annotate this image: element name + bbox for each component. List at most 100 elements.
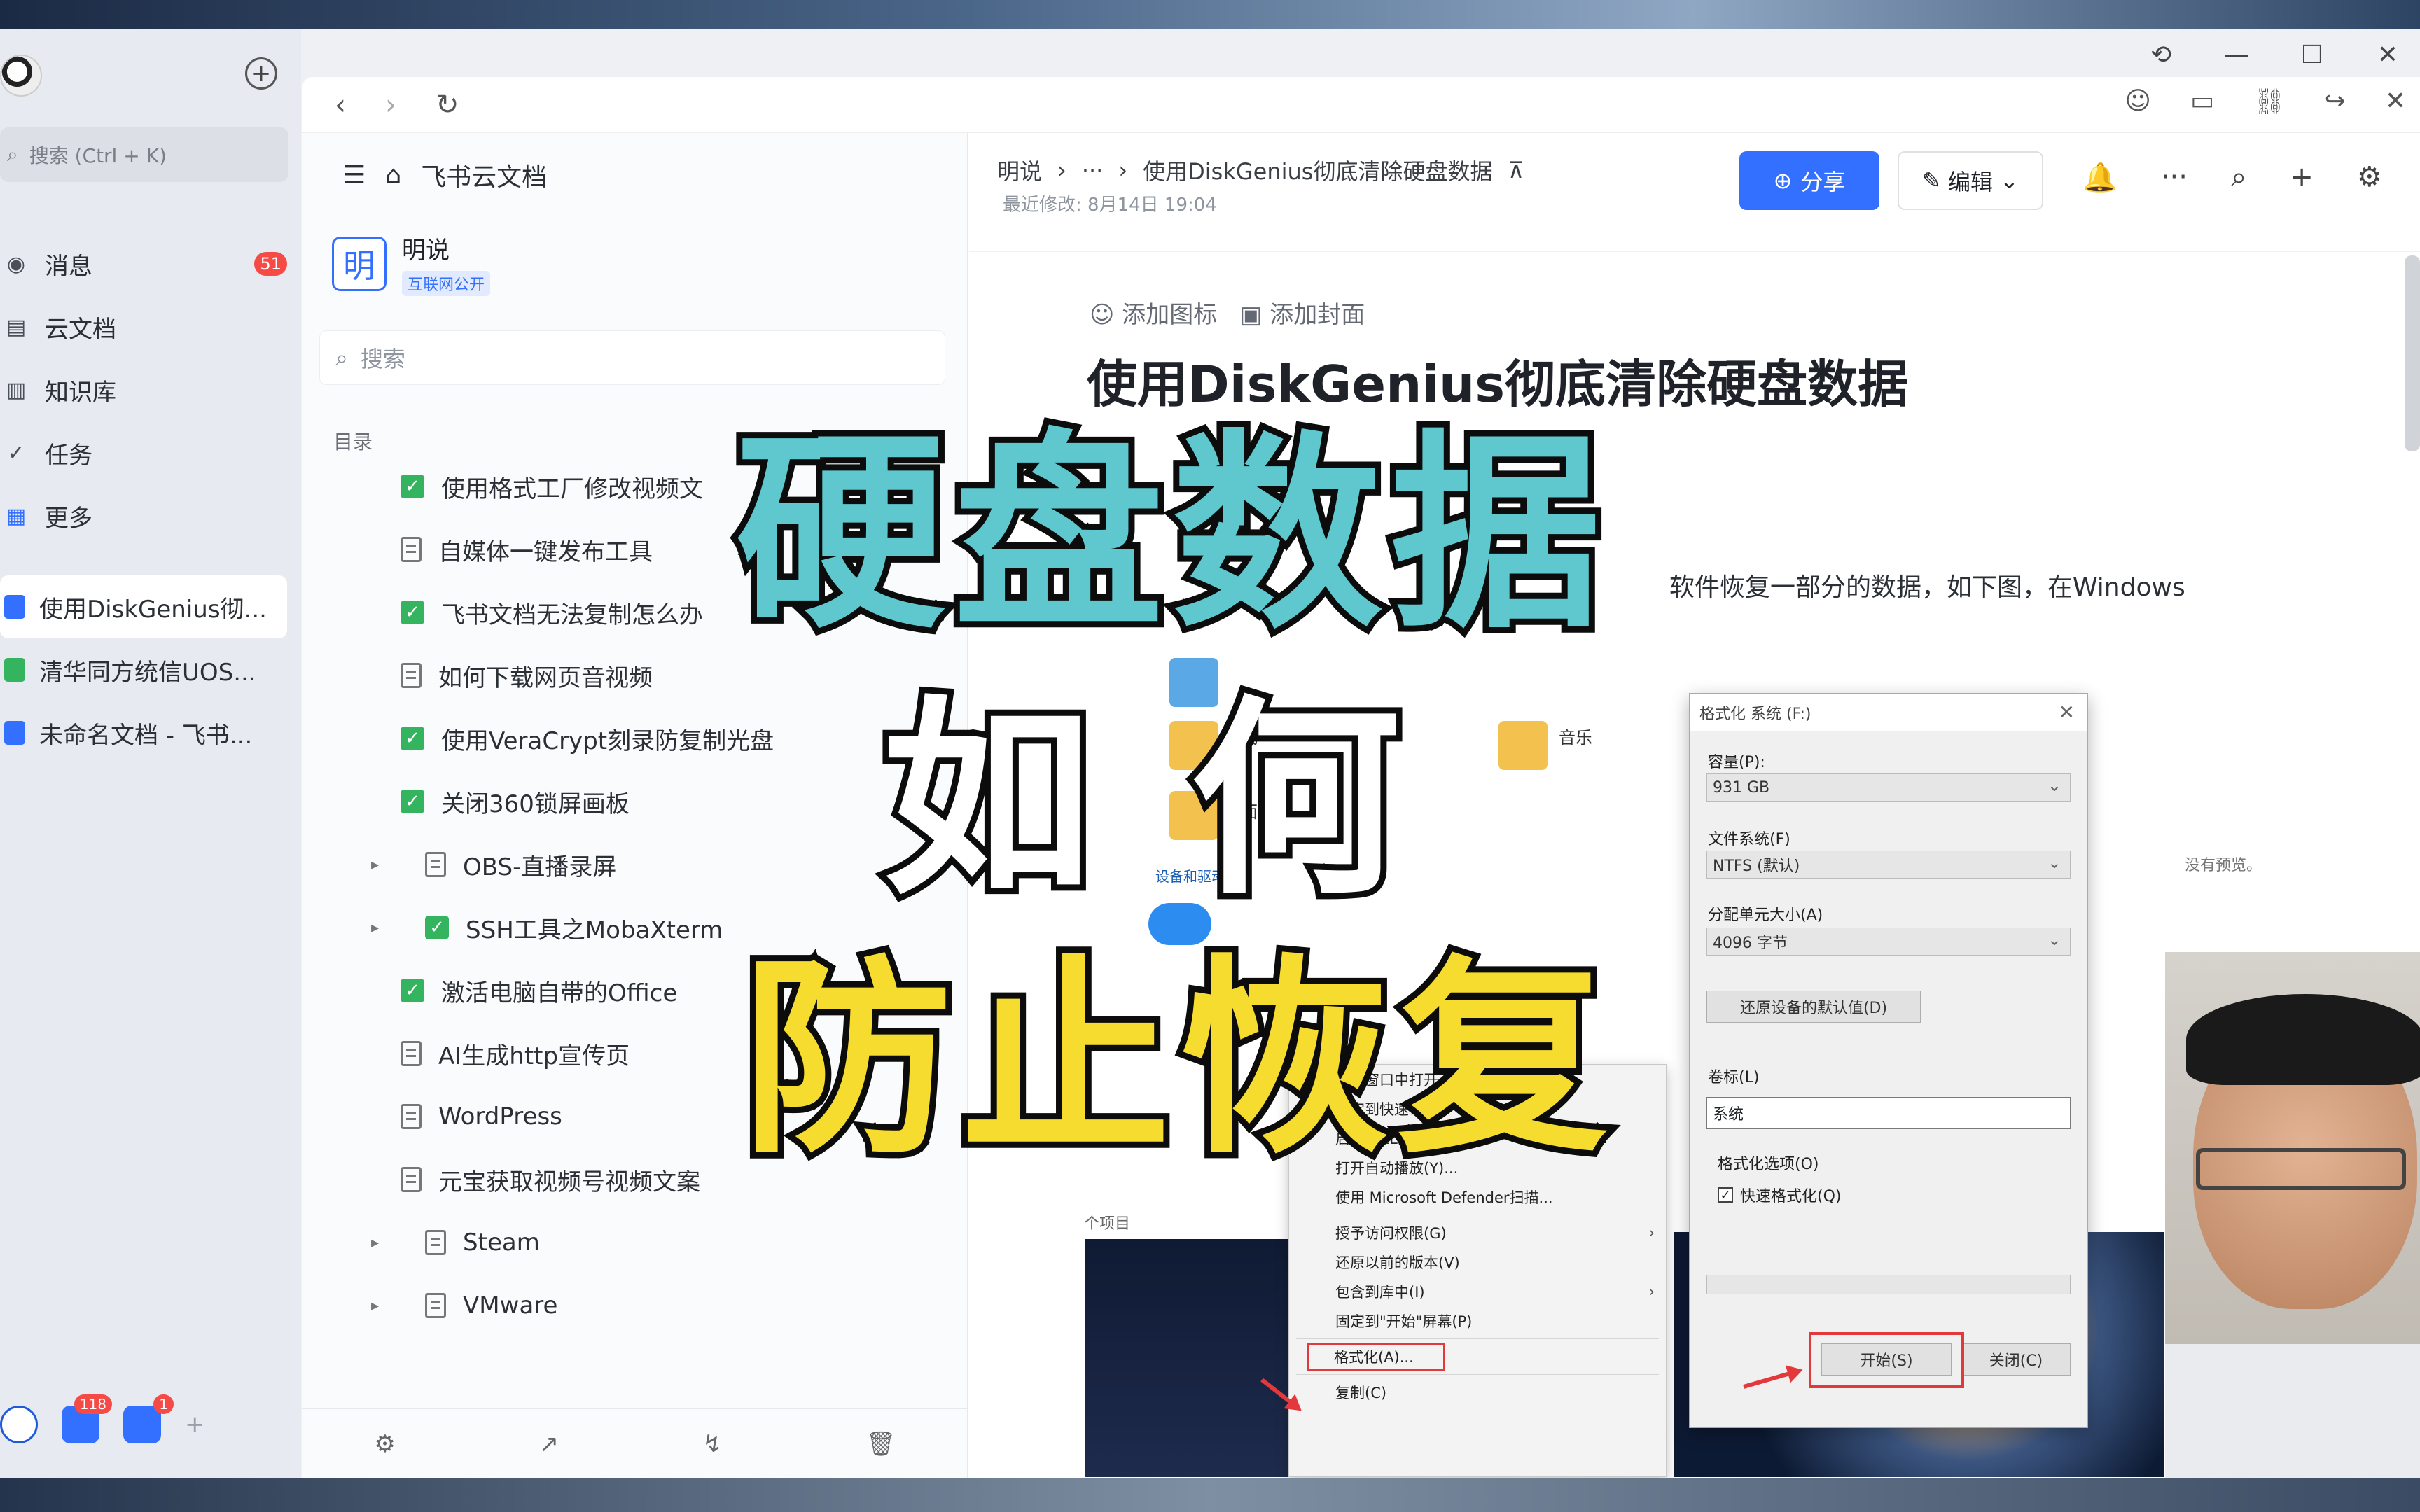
recent-doc-item[interactable]: 使用DiskGenius彻... — [0, 575, 287, 638]
format-menu-item[interactable]: 格式化(A)... — [1306, 1342, 1446, 1371]
nav-item-more[interactable]: ▦ 更多 — [0, 484, 301, 547]
back-icon[interactable]: ‹ — [335, 89, 346, 121]
more-icon[interactable]: ··· — [2161, 161, 2188, 194]
collapse-icon[interactable]: ☰ — [343, 161, 366, 190]
expand-arrow-icon[interactable]: ▸ — [371, 1234, 379, 1252]
allocation-select[interactable]: 4096 字节 — [1706, 927, 2071, 955]
webcam-overlay — [2165, 952, 2420, 1512]
window-icon[interactable]: ▭ — [2190, 87, 2214, 116]
tree-title[interactable]: 飞书云文档 — [421, 157, 547, 193]
refresh-icon[interactable]: ↻ — [436, 89, 459, 121]
tree-row[interactable]: ✓ 关闭360锁屏画板 — [302, 770, 968, 833]
close-icon[interactable]: ✕ — [2370, 36, 2406, 73]
context-menu-item[interactable]: 使用 Microsoft Defender扫描... — [1289, 1182, 1666, 1212]
tree-row[interactable]: ✓ 激活电脑自带的Office — [302, 959, 968, 1022]
close-button[interactable]: 关闭(C) — [1961, 1343, 2071, 1376]
link-icon[interactable]: ⛓ — [2253, 87, 2286, 116]
doc-icon — [4, 658, 25, 682]
bell-icon[interactable]: 🔔 — [2082, 161, 2118, 194]
create-button[interactable]: + — [245, 57, 277, 90]
recent-doc-label: 使用DiskGenius彻... — [39, 595, 267, 624]
context-menu-item[interactable]: 在新窗口中打开 — [1289, 1065, 1666, 1094]
comment-icon[interactable]: ☺ — [2125, 87, 2151, 116]
context-menu-item[interactable]: 复制(C) — [1289, 1378, 1666, 1407]
filesystem-select[interactable]: NTFS (默认) — [1706, 850, 2071, 878]
trash-icon[interactable]: 🗑 — [865, 1430, 896, 1458]
maximize-icon[interactable]: ☐ — [2294, 36, 2330, 73]
nav-item-tasks[interactable]: ✓ 任务 — [0, 421, 301, 484]
tree-row[interactable]: ▸ VMware — [302, 1274, 968, 1337]
context-menu-item[interactable]: 启用 BitLocker(B) — [1289, 1124, 1666, 1153]
stats-icon[interactable]: ↯ — [702, 1430, 723, 1458]
home-icon[interactable]: ⌂ — [385, 161, 401, 190]
gear-icon[interactable]: ⚙ — [2357, 161, 2382, 194]
onedrive-icon — [1148, 903, 1211, 945]
volume-label-input[interactable]: 系统 — [1706, 1097, 2071, 1129]
user-avatar[interactable] — [0, 55, 42, 97]
edit-button[interactable]: ✎ 编辑 ⌄ — [1898, 151, 2043, 210]
add-icon-button[interactable]: ☺ 添加图标 — [1090, 295, 1217, 330]
tree-row[interactable]: ▸ Steam — [302, 1211, 968, 1274]
menu-item-label: 启用 BitLocker(B) — [1335, 1130, 1459, 1147]
context-menu-item[interactable]: 还原以前的版本(V) — [1289, 1247, 1666, 1277]
restore-defaults-button[interactable]: 还原设备的默认值(D) — [1706, 990, 1921, 1023]
minimize-icon[interactable]: — — [2218, 36, 2255, 73]
share-arrow-icon[interactable]: ↪ — [2325, 87, 2346, 116]
tree-row[interactable]: 自媒体一键发布工具 — [302, 518, 968, 581]
tree-row-label: AI生成http宣传页 — [438, 1042, 630, 1070]
tree-row[interactable]: 如何下载网页音视频 — [302, 644, 968, 707]
expand-arrow-icon[interactable]: ▸ — [371, 856, 379, 874]
nav-item-messages[interactable]: ◉ 消息 51 — [0, 232, 301, 295]
pin-icon[interactable]: ⊼ — [1508, 157, 1524, 183]
tree-row[interactable]: ✓ 使用格式工厂修改视频文 — [302, 455, 968, 518]
context-menu-item[interactable]: 包含到库中(I) › — [1289, 1277, 1666, 1306]
tree-row[interactable]: ▸ ✓ SSH工具之MobaXterm — [302, 896, 968, 959]
recent-doc-item[interactable]: 清华同方统信UOS... — [0, 638, 301, 701]
expand-arrow-icon[interactable]: ▸ — [371, 1297, 379, 1315]
history-icon[interactable]: ⟲ — [2143, 36, 2179, 73]
plus-icon[interactable]: + — [2290, 161, 2314, 194]
tree-row[interactable]: ✓ 使用VeraCrypt刻录防复制光盘 — [302, 707, 968, 770]
search-icon[interactable]: ⌕ — [2231, 161, 2246, 194]
tree-row[interactable]: 元宝获取视频号视频文案 — [302, 1148, 968, 1211]
scrollbar[interactable] — [2405, 255, 2420, 451]
tree-row[interactable]: WordPress — [302, 1085, 968, 1148]
tree-row[interactable]: ✓ 飞书文档无法复制怎么办 — [302, 581, 968, 644]
tree-search-input[interactable]: ⌕ 搜索 — [319, 330, 945, 385]
doc-paragraph[interactable]: 软件恢复一部分的数据，如下图，在Windows — [1669, 567, 2185, 603]
context-menu-item[interactable]: 打开自动播放(Y)... — [1289, 1153, 1666, 1182]
app-icon[interactable]: 1 — [123, 1394, 174, 1443]
start-highlight-box — [1809, 1332, 1964, 1388]
breadcrumb-item[interactable]: 使用DiskGenius彻底清除硬盘数据 — [1143, 154, 1492, 186]
capacity-select[interactable]: 931 GB — [1706, 774, 2071, 802]
global-search[interactable]: ⌕ 搜索 (Ctrl + K) — [0, 127, 288, 182]
nav-item-wiki[interactable]: ▥ 知识库 — [0, 358, 301, 421]
breadcrumb-item[interactable]: ··· — [1082, 157, 1104, 183]
tree-row-label: SSH工具之MobaXterm — [466, 916, 723, 944]
app-icon[interactable] — [0, 1406, 38, 1443]
close-tab-icon[interactable]: ✕ — [2385, 87, 2406, 116]
add-app-icon[interactable]: + — [185, 1410, 205, 1438]
settings-icon[interactable]: ⚙ — [374, 1430, 395, 1458]
quick-format-checkbox[interactable]: ✓ 快速格式化(Q) — [1718, 1184, 1841, 1206]
app-icon[interactable]: 118 — [62, 1394, 112, 1443]
context-menu-item[interactable]: 固定到快速访问 — [1289, 1094, 1666, 1124]
share-label: 分享 — [1800, 169, 1846, 195]
tree-row[interactable]: AI生成http宣传页 — [302, 1022, 968, 1085]
context-menu-item[interactable]: 授予访问权限(G) › — [1289, 1218, 1666, 1247]
space-info[interactable]: 明 明说 互联网公开 — [332, 231, 491, 296]
close-icon[interactable]: ✕ — [2059, 701, 2075, 724]
add-cover-button[interactable]: ▣ 添加封面 — [1239, 295, 1365, 330]
share-button[interactable]: ⊕ 分享 — [1739, 151, 1879, 210]
tree-row[interactable]: ▸ OBS-直播录屏 — [302, 833, 968, 896]
breadcrumb-item[interactable]: 明说 — [997, 154, 1042, 186]
doc-title[interactable]: 使用DiskGenius彻底清除硬盘数据 — [1087, 343, 1908, 416]
expand-arrow-icon[interactable]: ▸ — [371, 919, 379, 937]
forward-icon[interactable]: › — [385, 89, 396, 121]
menu-separator — [1296, 1338, 1659, 1339]
recent-doc-item[interactable]: 未命名文档 - 飞书... — [0, 701, 301, 764]
nav-item-cloud-docs[interactable]: ▤ 云文档 — [0, 295, 301, 358]
no-preview-text: 没有预览。 — [2185, 857, 2262, 874]
export-icon[interactable]: ↗ — [539, 1430, 559, 1458]
context-menu-item[interactable]: 固定到"开始"屏幕(P) — [1289, 1306, 1666, 1336]
